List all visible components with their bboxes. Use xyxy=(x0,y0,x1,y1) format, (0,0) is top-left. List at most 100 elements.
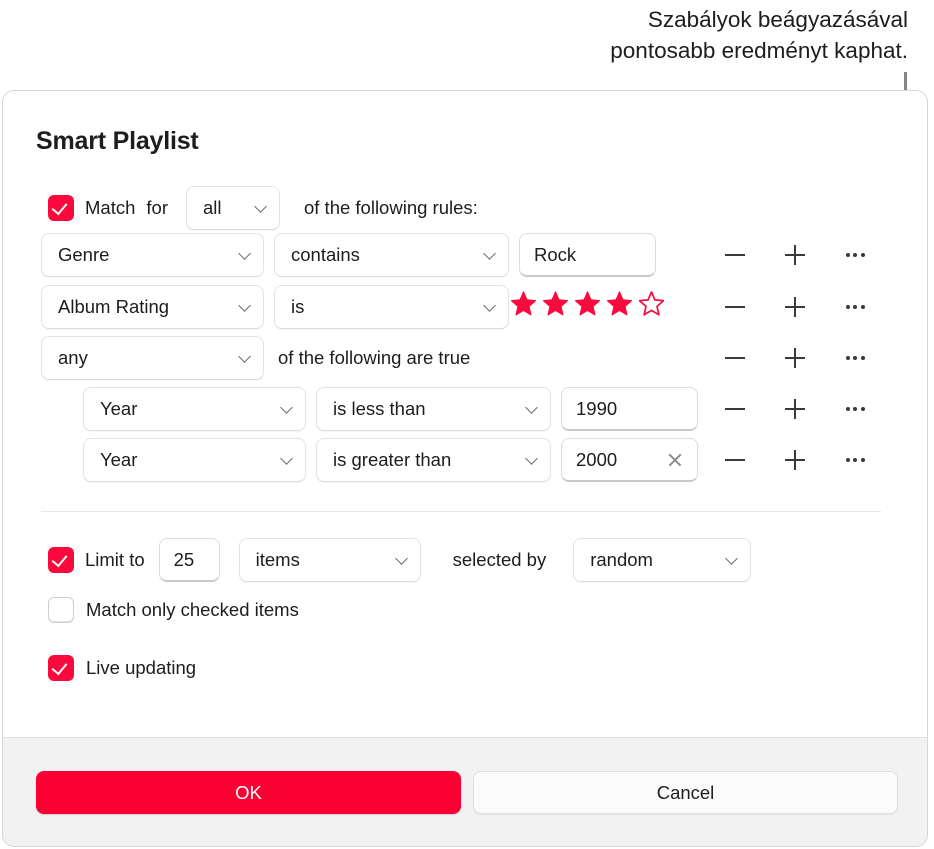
rule-operator-value: is less than xyxy=(333,398,426,419)
cancel-button[interactable]: Cancel xyxy=(473,771,898,814)
chevron-down-icon xyxy=(238,299,251,312)
checkmark-icon xyxy=(51,658,68,676)
clear-icon[interactable] xyxy=(667,452,683,468)
rule-value-text: Rock xyxy=(534,243,577,265)
rule-row-album-rating: Album Rating is xyxy=(41,285,509,329)
rule-operator-select-genre[interactable]: contains xyxy=(274,233,509,277)
add-rule-icon[interactable] xyxy=(773,336,817,380)
match-label: Match xyxy=(85,197,136,218)
add-rule-icon[interactable] xyxy=(773,387,817,431)
nested-rule-value-input-1[interactable]: 1990 xyxy=(561,387,698,431)
star-filled-icon[interactable] xyxy=(543,291,568,316)
row-actions-nested-rule-row-year-greater xyxy=(713,438,877,482)
chevron-down-icon xyxy=(483,247,496,260)
nested-scope-select[interactable]: any xyxy=(41,336,264,380)
match-scope-value: all xyxy=(202,197,222,218)
callout-text: Szabályok beágyazásával pontosabb eredmé… xyxy=(610,7,908,63)
dialog-footer: OK Cancel xyxy=(3,737,927,846)
chevron-down-icon xyxy=(238,350,251,363)
limit-label: Limit to xyxy=(85,549,145,570)
match-for-label: for xyxy=(146,197,168,218)
rule-value-input-genre[interactable]: Rock xyxy=(519,233,656,277)
nested-rule-field-select-1[interactable]: Year xyxy=(83,387,306,431)
chevron-down-icon xyxy=(725,552,739,565)
checkmark-icon xyxy=(51,198,68,216)
limit-checkbox[interactable] xyxy=(48,547,74,573)
nested-rule-operator-select-1[interactable]: is less than xyxy=(316,387,551,431)
rule-value-text: 1990 xyxy=(576,397,618,419)
nested-rule-row-year-less: Year is less than 1990 xyxy=(83,387,698,431)
more-options-icon[interactable] xyxy=(833,438,877,482)
chevron-down-icon xyxy=(483,299,496,312)
nested-group-label: of the following are true xyxy=(278,347,471,368)
nested-group-header: any of the following are true xyxy=(41,336,470,380)
match-row: Match for all of the following rules: xyxy=(48,186,478,230)
screenshot-root: Szabályok beágyazásával pontosabb eredmé… xyxy=(0,0,934,849)
star-empty-icon[interactable] xyxy=(639,291,664,316)
dialog-body: Smart Playlist Match for all of the foll… xyxy=(3,91,927,739)
nested-rule-row-year-greater: Year is greater than 2000 xyxy=(83,438,698,482)
remove-rule-icon[interactable] xyxy=(713,336,757,380)
chevron-down-icon xyxy=(254,200,267,213)
chevron-down-icon xyxy=(394,552,408,565)
page-title: Smart Playlist xyxy=(36,127,199,155)
star-filled-icon[interactable] xyxy=(607,291,632,316)
rule-field-value: Album Rating xyxy=(58,296,170,317)
remove-rule-icon[interactable] xyxy=(713,438,757,482)
nested-rule-value-input-2[interactable]: 2000 xyxy=(561,438,698,482)
limit-amount-value: 25 xyxy=(173,548,195,570)
nested-rule-operator-select-2[interactable]: is greater than xyxy=(316,438,551,482)
rule-field-select-album-rating[interactable]: Album Rating xyxy=(41,285,264,329)
chevron-down-icon xyxy=(280,401,293,414)
rule-field-select-genre[interactable]: Genre xyxy=(41,233,264,277)
selected-by-select[interactable]: random xyxy=(573,538,752,582)
rule-value-text: 2000 xyxy=(576,448,618,470)
remove-rule-icon[interactable] xyxy=(713,233,757,277)
limit-unit-value: items xyxy=(255,549,300,570)
row-actions-nested-group-header xyxy=(713,336,877,380)
selected-by-label: selected by xyxy=(452,549,547,570)
remove-rule-icon[interactable] xyxy=(713,285,757,329)
chevron-down-icon xyxy=(238,247,251,260)
more-options-icon[interactable] xyxy=(833,387,877,431)
more-options-icon[interactable] xyxy=(833,285,877,329)
match-suffix-label: of the following rules: xyxy=(303,197,478,218)
remove-rule-icon[interactable] xyxy=(713,387,757,431)
match-checkbox[interactable] xyxy=(48,195,74,221)
add-rule-icon[interactable] xyxy=(773,285,817,329)
match-scope-select[interactable]: all xyxy=(185,186,280,230)
star-rating-control[interactable] xyxy=(511,291,664,316)
rule-operator-select-album-rating[interactable]: is xyxy=(274,285,509,329)
star-filled-icon[interactable] xyxy=(511,291,536,316)
row-actions-rule-row-album-rating xyxy=(713,285,877,329)
live-updating-label: Live updating xyxy=(86,657,197,678)
row-actions-rule-row-genre xyxy=(713,233,877,277)
more-options-icon[interactable] xyxy=(833,336,877,380)
chevron-down-icon xyxy=(525,401,538,414)
match-only-checked-label: Match only checked items xyxy=(86,599,299,620)
star-filled-icon[interactable] xyxy=(575,291,600,316)
chevron-down-icon xyxy=(280,452,293,465)
rule-operator-value: contains xyxy=(291,244,360,265)
match-only-checked-checkbox[interactable] xyxy=(48,597,74,623)
add-rule-icon[interactable] xyxy=(773,438,817,482)
checkmark-icon xyxy=(51,550,68,568)
rule-operator-value: is greater than xyxy=(333,449,452,470)
limit-amount-input[interactable]: 25 xyxy=(158,538,220,582)
rule-field-value: Genre xyxy=(58,244,110,265)
selected-by-value: random xyxy=(590,549,653,570)
nested-rule-field-select-2[interactable]: Year xyxy=(83,438,306,482)
match-only-checked-row: Match only checked items xyxy=(48,597,299,623)
more-options-icon[interactable] xyxy=(833,233,877,277)
live-updating-checkbox[interactable] xyxy=(48,655,74,681)
live-updating-row: Live updating xyxy=(48,655,196,681)
nested-scope-value: any xyxy=(58,347,88,368)
rule-field-value: Year xyxy=(100,449,138,470)
smart-playlist-dialog: Smart Playlist Match for all of the foll… xyxy=(2,90,928,847)
add-rule-icon[interactable] xyxy=(773,233,817,277)
section-divider xyxy=(41,511,881,512)
ok-button[interactable]: OK xyxy=(36,771,461,814)
rule-row-genre: Genre contains Rock xyxy=(41,233,656,277)
limit-unit-select[interactable]: items xyxy=(238,538,421,582)
chevron-down-icon xyxy=(525,452,538,465)
